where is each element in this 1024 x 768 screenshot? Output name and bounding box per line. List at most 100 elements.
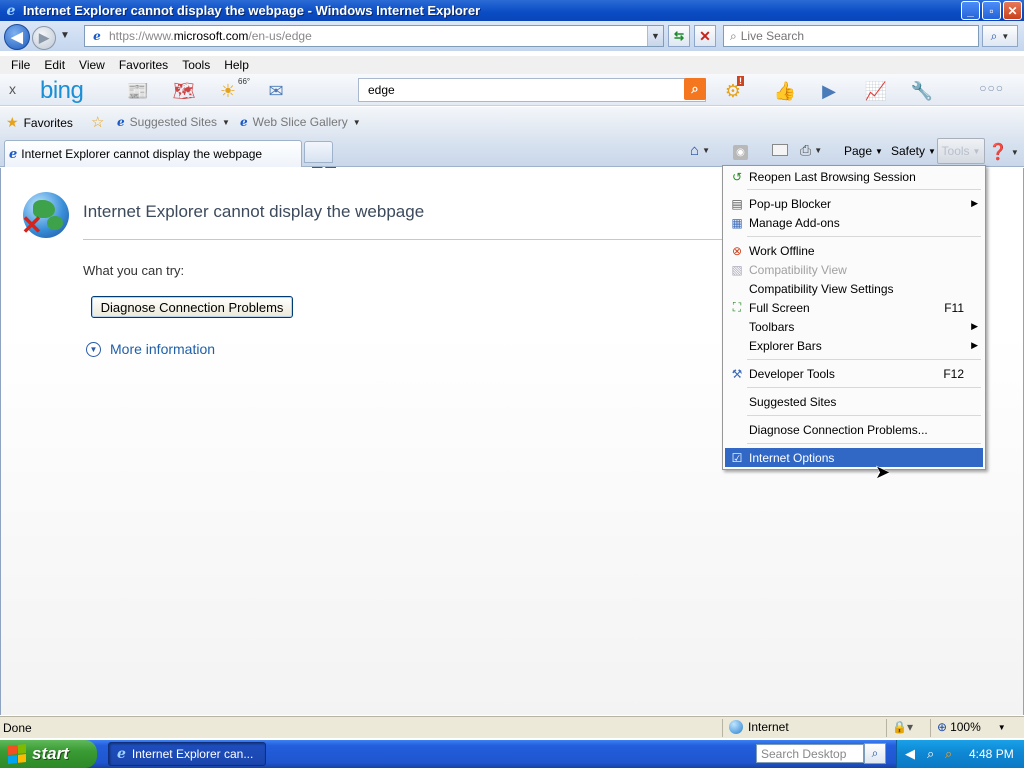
internet-zone-globe-icon	[729, 720, 743, 734]
web-slice-gallery-button[interactable]: e Web Slice Gallery ▼	[240, 115, 361, 129]
back-button[interactable]: ◀	[4, 24, 30, 50]
finance-icon[interactable]: 📈	[862, 78, 890, 104]
menu-item-reopen-last-session[interactable]: ↺ Reopen Last Browsing Session	[725, 167, 983, 186]
search-go-button[interactable]: ⌕ ▼	[982, 25, 1018, 47]
error-divider	[83, 239, 743, 240]
offline-icon: ⊗	[731, 243, 743, 258]
read-mail-icon[interactable]	[772, 144, 788, 156]
print-button[interactable]: ⎙ ▼	[800, 142, 822, 159]
window-title: Internet Explorer cannot display the web…	[23, 3, 481, 18]
search-desktop-button[interactable]: ⌕	[864, 743, 886, 764]
favorites-button[interactable]: ★ Favorites	[6, 114, 73, 131]
forward-button[interactable]: ▶	[32, 26, 56, 50]
address-dropdown-icon[interactable]: ▼	[647, 26, 663, 46]
zoom-icon: ⊕	[937, 720, 948, 734]
tray-search-icon[interactable]: ⌕	[927, 746, 934, 762]
tools-dropdown-icon: ▼	[972, 146, 981, 156]
menu-item-work-offline[interactable]: ⊗ Work Offline	[725, 241, 983, 260]
menu-item-compatibility-view-settings[interactable]: Compatibility View Settings	[725, 279, 983, 298]
search-desktop-input[interactable]: Search Desktop	[756, 744, 864, 763]
menu-item-full-screen[interactable]: ⛶ Full Screen F11	[725, 298, 983, 317]
options-icon: ☑	[731, 450, 743, 465]
tab-title: Internet Explorer cannot display the web…	[21, 147, 263, 161]
tools-dropdown-menu: ↺ Reopen Last Browsing Session ▤ Pop-up …	[722, 165, 986, 470]
fullscreen-icon: ⛶	[732, 300, 742, 314]
search-options-dropdown-icon[interactable]: ▼	[1001, 32, 1009, 41]
menu-item-internet-options[interactable]: ☑ Internet Options	[725, 448, 983, 467]
error-title: Internet Explorer cannot display the web…	[83, 202, 425, 221]
news-icon[interactable]: 📰	[124, 78, 152, 104]
add-to-favorites-icon[interactable]: ☆	[91, 113, 104, 131]
mail-icon[interactable]: ✉	[262, 78, 290, 104]
weather-icon[interactable]: ☀ 66°	[214, 77, 250, 104]
minimize-button[interactable]: _	[961, 1, 980, 20]
refresh-button[interactable]: ⇆	[668, 25, 690, 47]
live-search-input[interactable]	[740, 29, 961, 43]
print-dropdown-icon[interactable]: ▼	[814, 146, 822, 155]
address-bar[interactable]: e https://www.microsoft.com/en-us/edge ▼	[84, 25, 664, 47]
tab-row: e Internet Explorer cannot display the w…	[0, 137, 1024, 167]
menu-tools[interactable]: Tools	[175, 58, 217, 72]
bing-search-button[interactable]: ⌕	[684, 78, 706, 100]
more-information-link[interactable]: ▼ More information	[86, 341, 215, 357]
status-divider	[886, 719, 887, 737]
bing-search-input[interactable]: edge	[358, 78, 706, 102]
recent-pages-dropdown-icon[interactable]: ▼	[60, 30, 70, 41]
menu-item-popup-blocker[interactable]: ▤ Pop-up Blocker ▶	[725, 194, 983, 213]
home-icon: ⌂	[690, 142, 700, 159]
menu-favorites[interactable]: Favorites	[112, 58, 175, 72]
close-button[interactable]: ✕	[1003, 1, 1022, 20]
diagnose-connection-button[interactable]: Diagnose Connection Problems	[91, 296, 293, 318]
maximize-button[interactable]: ▫	[982, 1, 1001, 20]
tools-icon[interactable]: 🔧	[908, 78, 936, 104]
menu-item-explorer-bars[interactable]: Explorer Bars ▶	[725, 336, 983, 355]
help-button[interactable]: ❓ ▼	[988, 142, 1019, 162]
menu-file[interactable]: File	[4, 58, 37, 72]
home-dropdown-icon[interactable]: ▼	[702, 146, 710, 155]
like-icon[interactable]: 👍	[771, 78, 799, 104]
help-icon: ❓	[988, 144, 1008, 161]
menu-view[interactable]: View	[72, 58, 112, 72]
zoom-control[interactable]: ⊕ 100% ▼	[937, 720, 1006, 734]
menu-item-suggested-sites[interactable]: Suggested Sites	[725, 392, 983, 411]
compat-icon: ▧	[731, 262, 743, 277]
alerts-icon[interactable]: ⚙!	[719, 76, 747, 104]
tab-active[interactable]: e Internet Explorer cannot display the w…	[4, 140, 302, 167]
video-icon[interactable]: ▶	[815, 78, 843, 104]
maps-icon[interactable]: 🗺	[170, 78, 198, 104]
home-button[interactable]: ⌂ ▼	[690, 142, 710, 159]
clock: 4:48 PM	[969, 747, 1014, 761]
page-menu-button[interactable]: Page ▼	[844, 144, 883, 158]
new-tab-button[interactable]	[304, 141, 333, 163]
menu-item-developer-tools[interactable]: ⚒ Developer Tools F12	[725, 364, 983, 383]
safety-menu-button[interactable]: Safety ▼	[891, 144, 936, 158]
bing-logo[interactable]: bing	[40, 77, 84, 105]
tools-menu-button[interactable]: Tools ▼	[937, 138, 985, 164]
page-dropdown-icon: ▼	[875, 146, 883, 156]
address-url[interactable]: https://www.microsoft.com/en-us/edge	[109, 29, 312, 43]
bing-toolbar-close-icon[interactable]: x	[9, 81, 16, 97]
menu-bar: File Edit View Favorites Tools Help	[0, 56, 1024, 74]
start-button[interactable]: start	[0, 740, 97, 768]
menu-separator	[747, 359, 981, 360]
protected-mode-icon[interactable]: 🔒▾	[892, 720, 913, 734]
feeds-icon[interactable]: ◉	[733, 145, 748, 160]
tray-back-icon[interactable]: ◀	[905, 746, 915, 762]
popup-blocker-icon: ▤	[731, 196, 743, 211]
menu-edit[interactable]: Edit	[37, 58, 72, 72]
menu-item-diagnose-connection[interactable]: Diagnose Connection Problems...	[725, 420, 983, 439]
ie-logo-icon: e	[6, 2, 16, 19]
stop-button[interactable]: ✕	[694, 25, 716, 47]
help-dropdown-icon[interactable]: ▼	[1011, 148, 1019, 157]
menu-item-manage-addons[interactable]: ▦ Manage Add-ons	[725, 213, 983, 232]
more-options-icon[interactable]: ○○○	[979, 81, 1004, 95]
menu-separator	[747, 443, 981, 444]
suggested-sites-button[interactable]: e Suggested Sites ▼	[117, 115, 230, 129]
menu-help[interactable]: Help	[217, 58, 256, 72]
menu-item-toolbars[interactable]: Toolbars ▶	[725, 317, 983, 336]
taskbar-item-internet-explorer[interactable]: e Internet Explorer can...	[108, 742, 266, 766]
tray-live-search-icon[interactable]: ⌕	[945, 746, 952, 762]
live-search-box[interactable]: ⌕	[723, 25, 979, 47]
navigation-bar: ◀ ▶ ▼ e https://www.microsoft.com/en-us/…	[0, 21, 1024, 51]
security-zone[interactable]: Internet	[729, 720, 789, 734]
